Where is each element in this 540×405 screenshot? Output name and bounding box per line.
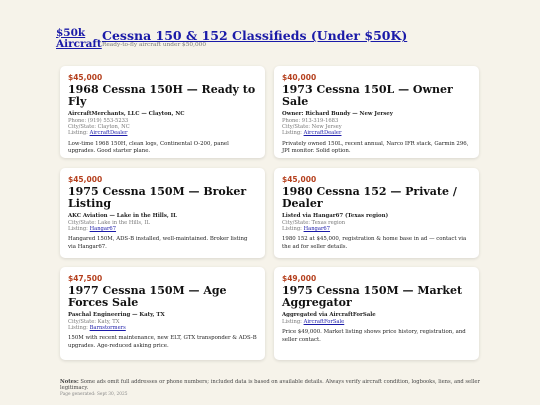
listing-description: Privately owned 150L, recent annual, Nar… [282, 140, 469, 155]
listing-source: Listing: AircraftDealer [68, 130, 257, 136]
listing-card: $45,000 1975 Cessna 150M — Broker Listin… [60, 168, 265, 258]
listing-card: $45,000 1980 Cessna 152 — Private / Deal… [274, 168, 479, 258]
site-header: $50k Aircraft Cessna 150 & 152 Classifie… [56, 28, 486, 52]
footer-notes: Notes: Some ads omit full addresses or p… [60, 379, 490, 391]
listing-title: 1975 Cessna 150M — Broker Listing [68, 185, 247, 210]
footer-generated: Page generated: Sept 30, 2025 [60, 392, 128, 397]
listing-source-label: Listing: [68, 325, 90, 332]
listing-seller: Aggregated via AircraftForSale [282, 312, 376, 318]
listing-seller: Paschal Engineering — Katy, TX [68, 312, 165, 318]
listing-source-link[interactable]: AircraftForSale [304, 319, 345, 325]
listing-source: Listing: Hangar67 [282, 226, 471, 232]
listing-card: $45,000 1968 Cessna 150H — Ready to Fly … [60, 66, 265, 158]
listing-source-link[interactable]: Hangar67 [90, 226, 116, 232]
listing-source-label: Listing: [282, 130, 304, 137]
listing-source-link[interactable]: Barnstormers [90, 325, 126, 331]
listing-card: $40,000 1973 Cessna 150L — Owner Sale Ow… [274, 66, 479, 158]
listing-source: Listing: AircraftForSale [282, 319, 471, 325]
listing-description: 150M with recent maintenance, new ELT, G… [68, 335, 257, 349]
listing-title: 1980 Cessna 152 — Private / Dealer [282, 185, 457, 210]
site-logo[interactable]: $50k Aircraft [56, 28, 102, 52]
listing-price: $45,000 [282, 175, 317, 184]
listing-title: 1975 Cessna 150M — Market Aggregator [282, 284, 463, 309]
listing-source-label: Listing: [68, 226, 90, 233]
listing-source-link[interactable]: AircraftDealer [304, 130, 342, 136]
listing-description: Hangared 150M, ADS-B installed, well-mai… [68, 236, 248, 250]
listing-seller: AKC Aviation — Lake in the Hills, IL [68, 213, 177, 219]
listing-source: Listing: Hangar67 [68, 226, 257, 232]
listing-source-label: Listing: [282, 226, 304, 233]
page-footer: Notes: Some ads omit full addresses or p… [60, 379, 490, 397]
listing-source: Listing: Barnstormers [68, 325, 257, 331]
page-subtitle: Ready-to-fly aircraft under $50,000 [102, 42, 207, 48]
listing-price: $49,000 [282, 274, 317, 283]
listing-seller: Owner: Richard Bundy — New Jersey [282, 111, 393, 117]
listing-card: $47,500 1977 Cessna 150M — Age Forces Sa… [60, 267, 265, 360]
listing-price: $40,000 [282, 73, 317, 82]
listing-title: 1973 Cessna 150L — Owner Sale [282, 83, 453, 108]
listing-description: Low-time 1968 150H, clean logs, Continen… [68, 140, 229, 155]
footer-notes-text: Some ads omit full addresses or phone nu… [60, 379, 480, 391]
listing-seller: AircraftMerchants, LLC — Clayton, NC [68, 111, 185, 117]
listing-seller: Listed via Hangar67 (Texas region) [282, 213, 389, 219]
listing-source-link[interactable]: AircraftDealer [90, 130, 128, 136]
logo-line-2: Aircraft [56, 38, 102, 50]
listing-price: $45,000 [68, 175, 103, 184]
listing-description: 1980 152 at $45,000, registration & home… [282, 236, 467, 250]
listing-card: $49,000 1975 Cessna 150M — Market Aggreg… [274, 267, 479, 360]
listing-price: $47,500 [68, 274, 103, 283]
listing-source-label: Listing: [68, 130, 90, 137]
listing-source-link[interactable]: Hangar67 [304, 226, 330, 232]
listing-source: Listing: AircraftDealer [282, 130, 471, 136]
listing-title: 1977 Cessna 150M — Age Forces Sale [68, 284, 227, 309]
listing-source-label: Listing: [282, 319, 304, 325]
page-title[interactable]: Cessna 150 & 152 Classifieds (Under $50K… [102, 28, 407, 43]
listing-price: $45,000 [68, 73, 103, 82]
listing-description: Price $49,000. Market listing shows pric… [282, 329, 466, 343]
listing-title: 1968 Cessna 150H — Ready to Fly [68, 83, 256, 108]
